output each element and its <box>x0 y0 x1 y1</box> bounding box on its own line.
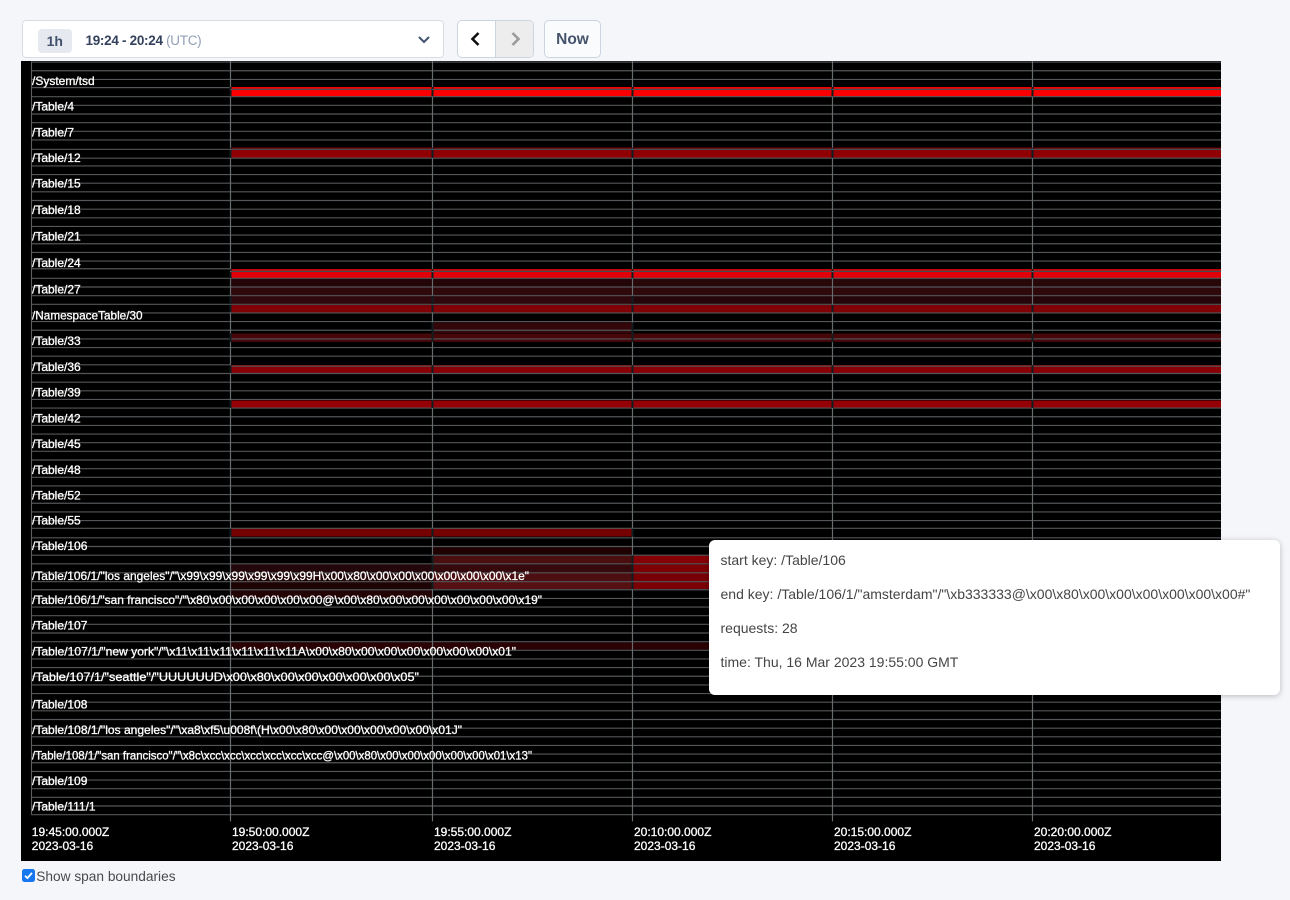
svg-text:/Table/4: /Table/4 <box>32 99 74 113</box>
svg-text:/Table/36: /Table/36 <box>32 359 81 373</box>
svg-text:/Table/52: /Table/52 <box>32 488 81 502</box>
svg-text:/NamespaceTable/30: /NamespaceTable/30 <box>32 308 143 322</box>
svg-text:2023-03-16: 2023-03-16 <box>1034 839 1096 853</box>
svg-text:/Table/107/1/"seattle"/"UUUUUU: /Table/107/1/"seattle"/"UUUUUUD\x00\x80\… <box>32 670 419 684</box>
svg-text:2023-03-16: 2023-03-16 <box>232 839 294 853</box>
svg-text:/Table/18: /Table/18 <box>32 203 81 217</box>
svg-text:/Table/55: /Table/55 <box>32 513 81 527</box>
svg-text:/Table/48: /Table/48 <box>32 462 81 476</box>
svg-text:19:45:00.000Z: 19:45:00.000Z <box>32 824 109 838</box>
svg-text:/Table/106: /Table/106 <box>32 538 88 552</box>
svg-text:2023-03-16: 2023-03-16 <box>32 839 94 853</box>
svg-text:/Table/108: /Table/108 <box>32 697 88 711</box>
svg-text:/Table/106/1/"san francisco"/": /Table/106/1/"san francisco"/"\x80\x00\x… <box>32 593 542 607</box>
svg-text:/Table/21: /Table/21 <box>32 229 81 243</box>
svg-text:/Table/39: /Table/39 <box>32 385 81 399</box>
svg-text:/Table/109: /Table/109 <box>32 774 88 788</box>
svg-text:/Table/12: /Table/12 <box>32 151 81 165</box>
svg-text:/Table/111/1: /Table/111/1 <box>32 799 96 813</box>
svg-text:/Table/33: /Table/33 <box>32 333 81 347</box>
svg-text:/Table/27: /Table/27 <box>32 282 81 296</box>
svg-text:/Table/15: /Table/15 <box>32 176 81 190</box>
svg-text:/Table/107/1/"new york"/"\x11\: /Table/107/1/"new york"/"\x11\x11\x11\x1… <box>32 644 516 658</box>
svg-text:/Table/45: /Table/45 <box>32 437 81 451</box>
svg-text:19:50:00.000Z: 19:50:00.000Z <box>232 824 309 838</box>
svg-text:/Table/108/1/"los angeles"/"\x: /Table/108/1/"los angeles"/"\xa8\xf5\u00… <box>32 723 462 737</box>
svg-text:/Table/24: /Table/24 <box>32 255 81 269</box>
svg-text:/Table/107: /Table/107 <box>32 618 88 632</box>
svg-text:/Table/42: /Table/42 <box>32 411 81 425</box>
svg-text:/Table/108/1/"san francisco"/": /Table/108/1/"san francisco"/"\x8c\xcc\x… <box>32 748 532 762</box>
svg-text:2023-03-16: 2023-03-16 <box>634 839 696 853</box>
svg-text:/Table/106/1/"los angeles"/"\x: /Table/106/1/"los angeles"/"\x99\x99\x99… <box>32 569 529 583</box>
svg-text:2023-03-16: 2023-03-16 <box>834 839 896 853</box>
svg-text:20:20:00.000Z: 20:20:00.000Z <box>1034 824 1111 838</box>
svg-text:20:15:00.000Z: 20:15:00.000Z <box>834 824 911 838</box>
svg-text:19:55:00.000Z: 19:55:00.000Z <box>434 824 511 838</box>
svg-text:20:10:00.000Z: 20:10:00.000Z <box>634 824 711 838</box>
svg-text:/System/tsd: /System/tsd <box>32 74 95 88</box>
svg-text:/Table/7: /Table/7 <box>32 125 74 139</box>
svg-text:2023-03-16: 2023-03-16 <box>434 839 496 853</box>
